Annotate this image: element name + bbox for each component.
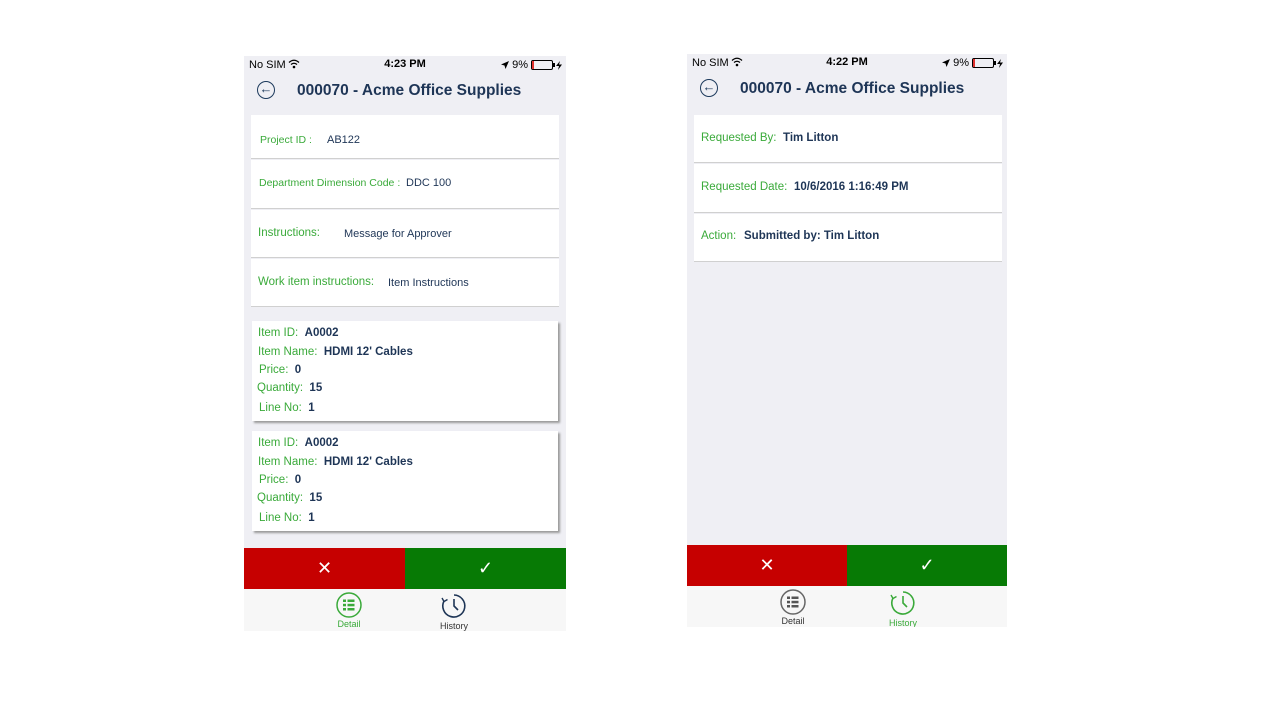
item-line-label: Line No:: [259, 512, 302, 524]
close-icon: ✕: [316, 558, 333, 578]
tab-history[interactable]: History: [417, 589, 491, 631]
tab-detail[interactable]: Detail: [756, 586, 830, 627]
action-bar: ✕ ✓: [244, 548, 566, 589]
check-icon: ✓: [919, 555, 935, 575]
field-label: Action:: [701, 230, 737, 242]
item-quantity-label: Quantity:: [257, 492, 304, 504]
item-name-value: HDMI 12' Cables: [323, 456, 413, 468]
reject-button[interactable]: ✕: [244, 548, 405, 589]
field-work-item-instructions: Work item instructions: Item Instruction…: [251, 259, 559, 307]
item-name-label: Item Name:: [258, 346, 318, 358]
tab-label: Detail: [781, 616, 805, 626]
item-quantity-value: 15: [309, 382, 323, 394]
reject-button[interactable]: ✕: [687, 545, 847, 586]
item-price-label: Price:: [259, 364, 289, 376]
field-requested-by: Requested By: Tim Litton: [694, 115, 1002, 163]
battery-icon: [531, 60, 555, 70]
item-name-value: HDMI 12' Cables: [323, 346, 413, 358]
location-arrow-icon: [501, 61, 510, 69]
tab-label: History: [439, 621, 468, 631]
nav-bar: ← 000070 - Acme Office Supplies: [244, 74, 566, 110]
nav-bar: ← 000070 - Acme Office Supplies: [687, 72, 1007, 108]
item-quantity-value: 15: [309, 492, 323, 504]
charging-icon: [556, 60, 562, 70]
field-instructions: Instructions: Message for Approver: [251, 210, 559, 258]
item-price-value: 0: [294, 474, 302, 486]
page-title: 000070 - Acme Office Supplies: [740, 80, 965, 97]
field-value: Message for Approver: [344, 228, 452, 240]
field-value: Tim Litton: [783, 132, 839, 144]
field-label: Work item instructions:: [258, 276, 375, 288]
item-price-label: Price:: [259, 474, 289, 486]
field-requested-date: Requested Date: 10/6/2016 1:16:49 PM: [694, 164, 1002, 213]
page-title: 000070 - Acme Office Supplies: [297, 82, 522, 99]
status-bar: No SIM 4:23 PM 9%: [244, 56, 566, 74]
item-line-value: 1: [308, 512, 315, 524]
field-value: Submitted by: Tim Litton: [744, 230, 880, 242]
item-card[interactable]: Item ID: A0002 Item Name: HDMI 12' Cable…: [252, 321, 558, 421]
tab-label: Detail: [337, 619, 361, 629]
field-label: Requested By:: [701, 132, 777, 144]
tab-label: History: [888, 618, 917, 627]
status-bar: No SIM 4:22 PM 9%: [687, 54, 1007, 72]
item-line-label: Line No:: [259, 402, 302, 414]
item-line-value: 1: [308, 402, 315, 414]
item-id-label: Item ID:: [258, 437, 299, 449]
field-label: Project ID :: [260, 134, 312, 146]
tab-history[interactable]: History: [866, 586, 940, 627]
battery-icon: [972, 58, 996, 68]
approve-button[interactable]: ✓: [847, 545, 1007, 586]
list-icon: [780, 589, 806, 615]
close-icon: ✕: [759, 555, 775, 575]
field-label: Requested Date:: [701, 181, 788, 193]
tab-detail[interactable]: Detail: [312, 589, 386, 631]
detail-screen: No SIM 4:23 PM 9% ← 000070 - Acme Office…: [244, 56, 566, 631]
item-quantity-label: Quantity:: [257, 382, 304, 394]
location-arrow-icon: [942, 59, 951, 67]
field-value: AB122: [327, 134, 361, 146]
clock-icon: [441, 594, 466, 618]
item-id-label: Item ID:: [258, 327, 299, 339]
battery-percent: 9%: [953, 57, 969, 69]
tab-bar: Detail History: [687, 586, 1007, 627]
field-label: Instructions:: [258, 227, 320, 239]
field-value: Item Instructions: [388, 277, 469, 289]
list-icon: [336, 592, 362, 618]
charging-icon: [997, 58, 1003, 68]
tab-bar: Detail History: [244, 589, 566, 631]
item-card[interactable]: Item ID: A0002 Item Name: HDMI 12' Cable…: [252, 431, 558, 531]
history-screen: No SIM 4:22 PM 9% ← 000070 - Acme Office…: [687, 54, 1007, 627]
battery-percent: 9%: [512, 59, 528, 71]
field-department-code: Department Dimension Code : DDC 100: [251, 160, 559, 209]
check-icon: ✓: [477, 558, 494, 578]
field-label: Department Dimension Code :: [259, 177, 401, 189]
back-arrow-icon[interactable]: ←: [700, 79, 718, 97]
clock-icon: [890, 591, 915, 615]
field-action: Action: Submitted by: Tim Litton: [694, 214, 1002, 262]
field-project-id: Project ID : AB122: [251, 115, 559, 159]
action-bar: ✕ ✓: [687, 545, 1007, 586]
field-value: DDC 100: [406, 177, 452, 189]
item-price-value: 0: [294, 364, 302, 376]
back-arrow-icon[interactable]: ←: [257, 81, 275, 99]
item-name-label: Item Name:: [258, 456, 318, 468]
item-id-value: A0002: [304, 327, 339, 339]
field-value: 10/6/2016 1:16:49 PM: [794, 181, 909, 193]
item-id-value: A0002: [304, 437, 339, 449]
approve-button[interactable]: ✓: [405, 548, 566, 589]
